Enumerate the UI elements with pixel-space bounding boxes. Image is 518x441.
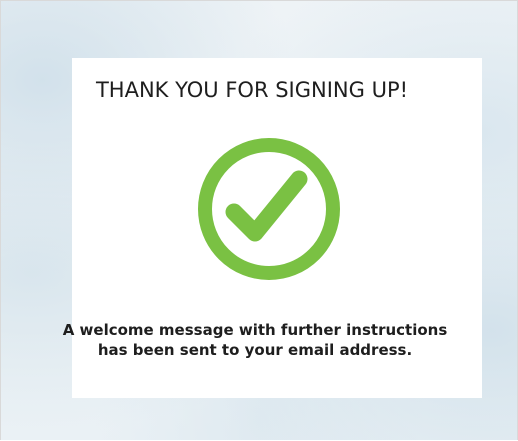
message-line-2: has been sent to your email address. (97, 341, 413, 359)
checkmark-circle-icon (198, 138, 340, 280)
page-title: THANK YOU FOR SIGNING UP! (95, 78, 409, 102)
check-mark (225, 170, 308, 242)
confirmation-message: A welcome message with further instructi… (0, 320, 514, 360)
message-line-1: A welcome message with further instructi… (62, 321, 448, 339)
